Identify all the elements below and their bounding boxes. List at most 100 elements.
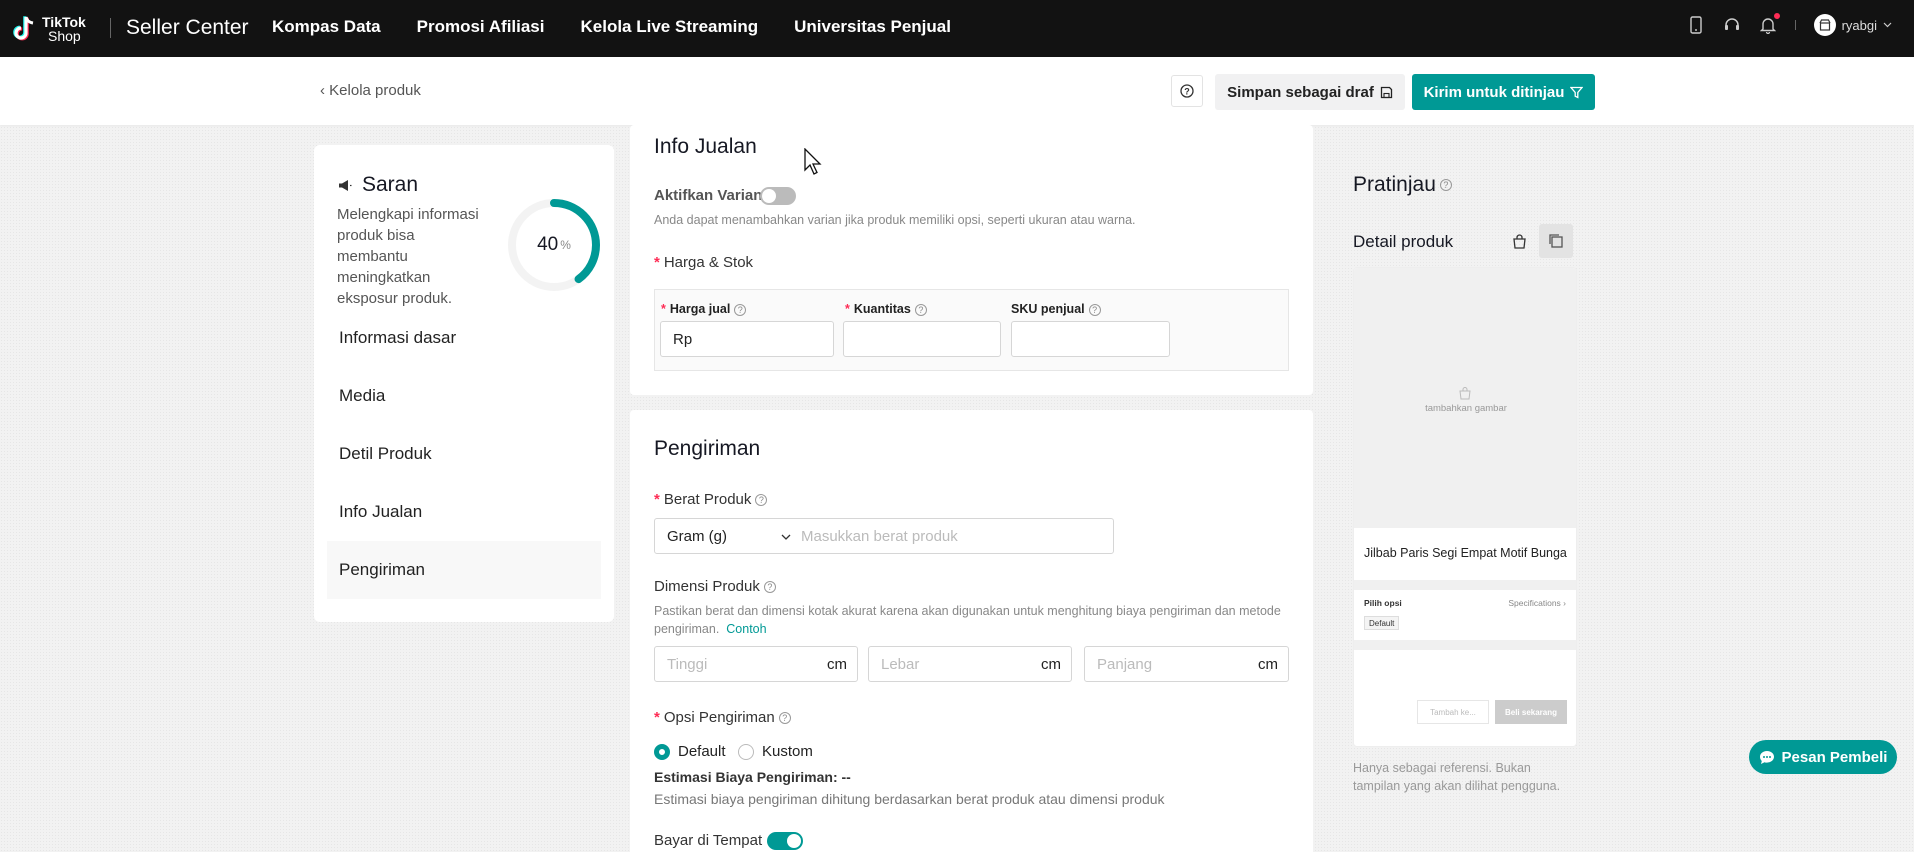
dimension-label: Dimensi Produk? bbox=[654, 578, 776, 595]
store-avatar-icon bbox=[1813, 14, 1836, 36]
suggestion-title-text: Saran bbox=[362, 173, 419, 196]
product-detail-view-icon[interactable] bbox=[1539, 224, 1573, 258]
info-icon[interactable]: ? bbox=[755, 494, 768, 507]
logo-sub: Shop bbox=[48, 28, 81, 44]
nav-universitas-penjual[interactable]: Universitas Penjual bbox=[794, 17, 951, 37]
info-icon[interactable]: ? bbox=[914, 303, 927, 316]
price-input[interactable]: Rp bbox=[660, 321, 834, 357]
variant-label: Aktifkan Varian bbox=[654, 187, 763, 204]
length-placeholder: Panjang bbox=[1097, 655, 1153, 673]
dimension-hint: Pastikan berat dan dimensi kotak akurat … bbox=[654, 602, 1284, 638]
info-icon[interactable]: ? bbox=[1439, 179, 1452, 192]
shipping-estimate-hint: Estimasi biaya pengiriman dihitung berda… bbox=[654, 791, 1165, 807]
nav-kompas-data[interactable]: Kompas Data bbox=[272, 17, 381, 37]
suggestion-panel: Saran Melengkapi informasi produk bisa m… bbox=[314, 145, 614, 622]
column-header-sku: SKU penjual? bbox=[1011, 302, 1101, 316]
sales-info-title: Info Jualan bbox=[654, 135, 757, 158]
price-stock-label: * Harga & Stok bbox=[654, 254, 753, 271]
cod-toggle[interactable] bbox=[767, 832, 803, 850]
tiktok-note-icon bbox=[13, 16, 34, 41]
radio-default[interactable]: Default bbox=[654, 743, 726, 760]
tiktok-shop-logo[interactable]: TikTok Shop bbox=[12, 14, 86, 44]
nav-promosi-afiliasi[interactable]: Promosi Afiliasi bbox=[417, 17, 545, 37]
chevron-down-icon bbox=[1883, 22, 1892, 28]
weight-label-text: Berat Produk bbox=[663, 491, 752, 508]
chevron-down-icon bbox=[781, 534, 791, 540]
section-nav: Informasi dasar Media Detil Produk Info … bbox=[314, 309, 614, 599]
shipping-option-label: * Opsi Pengiriman? bbox=[654, 709, 791, 726]
top-navigation-bar: TikTok Shop Seller Center Kompas Data Pr… bbox=[0, 0, 1914, 57]
chevron-left-icon: ‹ bbox=[320, 82, 325, 99]
radio-custom[interactable]: Kustom bbox=[738, 743, 813, 760]
radio-dot-custom bbox=[738, 743, 754, 760]
example-link[interactable]: Contoh bbox=[726, 622, 766, 636]
progress-value: 40 bbox=[537, 234, 559, 255]
height-placeholder: Tinggi bbox=[667, 655, 708, 673]
height-input[interactable]: Tinggi cm bbox=[654, 646, 858, 682]
add-image-label: tambahkan gambar bbox=[1425, 403, 1507, 414]
info-icon[interactable]: ? bbox=[763, 581, 776, 594]
dimension-label-text: Dimensi Produk bbox=[654, 578, 760, 595]
buyer-messages-label: Pesan Pembeli bbox=[1781, 748, 1888, 766]
username: ryabgi bbox=[1841, 17, 1877, 33]
section-nav-basic-info[interactable]: Informasi dasar bbox=[314, 309, 614, 367]
preview-subtitle: Detail produk bbox=[1353, 232, 1454, 251]
phone-icon[interactable] bbox=[1687, 15, 1705, 35]
width-input[interactable]: Lebar cm bbox=[868, 646, 1072, 682]
column-header-price: * Harga jual? bbox=[661, 302, 747, 316]
notification-dot bbox=[1773, 13, 1780, 19]
suggestion-description: Melengkapi informasi produk bisa membant… bbox=[337, 206, 479, 307]
required-mark: * bbox=[661, 302, 666, 316]
length-unit: cm bbox=[1258, 656, 1278, 673]
bag-icon bbox=[1459, 387, 1471, 400]
back-link-label: Kelola produk bbox=[329, 82, 421, 99]
divider bbox=[110, 18, 111, 38]
buyer-messages-button[interactable]: Pesan Pembeli bbox=[1749, 740, 1897, 774]
shipping-title: Pengiriman bbox=[654, 437, 761, 460]
info-icon[interactable]: ? bbox=[1088, 303, 1101, 316]
length-input[interactable]: Panjang cm bbox=[1084, 646, 1289, 682]
price-stock-text: Harga & Stok bbox=[663, 254, 754, 271]
info-icon[interactable]: ? bbox=[734, 303, 747, 316]
weight-unit-select[interactable]: Gram (g) bbox=[667, 528, 727, 545]
variant-toggle[interactable] bbox=[760, 187, 796, 205]
section-nav-shipping[interactable]: Pengiriman bbox=[327, 541, 601, 599]
price-stock-table: * Harga jual? * Kuantitas? SKU penjual? Rp bbox=[654, 289, 1289, 371]
preview-panel: Pratinjau? Detail produk tambahkan gamba… bbox=[1332, 145, 1598, 805]
save-draft-label: Simpan sebagai draf bbox=[1227, 83, 1374, 101]
radio-custom-label: Kustom bbox=[762, 743, 813, 760]
preview-title-text: Pratinjau bbox=[1353, 173, 1436, 196]
info-icon[interactable]: ? bbox=[778, 712, 791, 725]
column-header-quantity: * Kuantitas? bbox=[845, 302, 927, 316]
sales-info-card: Info Jualan Aktifkan Varian Anda dapat m… bbox=[630, 125, 1313, 395]
required-mark: * bbox=[654, 491, 660, 508]
section-nav-sales-info[interactable]: Info Jualan bbox=[314, 483, 614, 541]
preview-product-name: Jilbab Paris Segi Empat Motif Bunga bbox=[1364, 546, 1567, 560]
weight-field: Gram (g) Masukkan berat produk bbox=[654, 518, 1114, 554]
section-nav-media[interactable]: Media bbox=[314, 367, 614, 425]
section-nav-product-details[interactable]: Detil Produk bbox=[314, 425, 614, 483]
headset-icon[interactable] bbox=[1723, 15, 1741, 35]
brand-title[interactable]: Seller Center bbox=[126, 16, 249, 40]
required-mark: * bbox=[654, 709, 660, 726]
user-menu[interactable]: ryabgi bbox=[1813, 14, 1892, 36]
save-draft-button[interactable]: Simpan sebagai draf bbox=[1215, 74, 1405, 110]
preview-option-chip: Default bbox=[1364, 616, 1400, 630]
svg-text:?: ? bbox=[1184, 87, 1190, 97]
save-icon bbox=[1380, 86, 1393, 98]
cod-label: Bayar di Tempat bbox=[654, 832, 763, 849]
progress-unit: % bbox=[560, 238, 571, 252]
shopping-bag-icon[interactable] bbox=[1507, 229, 1531, 253]
column-header-price-text: Harga jual bbox=[669, 302, 731, 316]
weight-input[interactable]: Masukkan berat produk bbox=[801, 528, 958, 545]
help-button[interactable]: ? bbox=[1171, 75, 1203, 107]
top-right-icons: ryabgi bbox=[1687, 13, 1892, 36]
nav-kelola-live-streaming[interactable]: Kelola Live Streaming bbox=[581, 17, 759, 37]
sku-input[interactable] bbox=[1011, 321, 1170, 357]
submit-for-review-button[interactable]: Kirim untuk ditinjau bbox=[1412, 74, 1595, 110]
quantity-input[interactable] bbox=[843, 321, 1001, 357]
preview-note: Hanya sebagai referensi. Bukan tampilan … bbox=[1353, 761, 1561, 793]
back-to-manage-products-link[interactable]: ‹ Kelola produk bbox=[320, 82, 421, 99]
bell-icon[interactable] bbox=[1759, 13, 1780, 35]
chat-bubble-icon bbox=[1759, 750, 1774, 764]
